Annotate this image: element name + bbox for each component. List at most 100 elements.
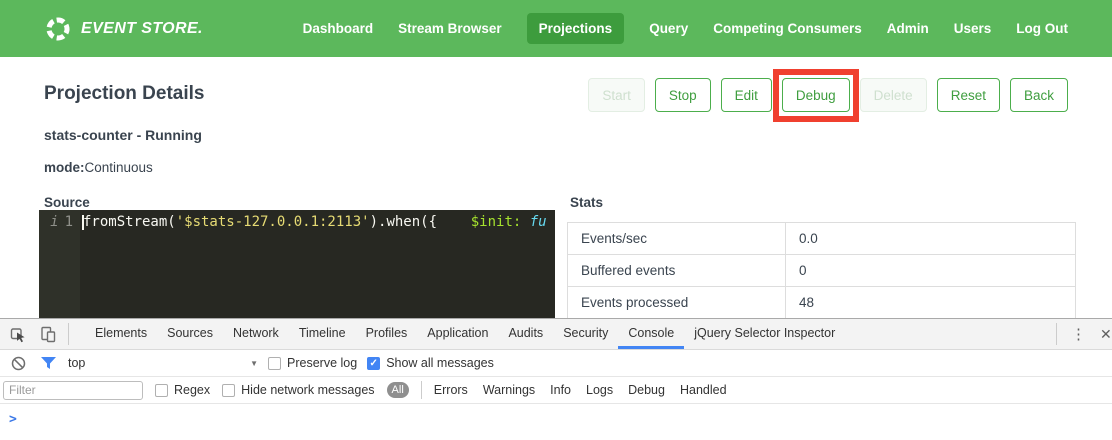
- hide-network-messages-checkbox[interactable]: Hide network messages: [222, 383, 374, 397]
- reset-button[interactable]: Reset: [937, 78, 1000, 112]
- main-nav: Dashboard Stream Browser Projections Que…: [303, 13, 1068, 44]
- nav-dashboard[interactable]: Dashboard: [303, 21, 374, 36]
- debug-button[interactable]: Debug: [782, 78, 850, 112]
- show-all-messages-checkbox[interactable]: ✓ Show all messages: [367, 356, 494, 370]
- debug-button-wrap: Debug: [782, 78, 850, 112]
- console-output-area[interactable]: >: [0, 404, 1112, 440]
- stat-key: Events processed: [568, 287, 786, 318]
- nav-users[interactable]: Users: [954, 21, 992, 36]
- code-seg: fromStream(: [83, 214, 176, 230]
- clear-console-icon[interactable]: [8, 353, 28, 373]
- show-all-messages-label: Show all messages: [386, 356, 494, 370]
- code-line[interactable]: fromStream('$stats-127.0.0.1:2113').when…: [80, 210, 555, 318]
- nav-query[interactable]: Query: [649, 21, 688, 36]
- nav-competing-consumers[interactable]: Competing Consumers: [713, 21, 862, 36]
- overflow-menu-icon[interactable]: ⋮: [1067, 327, 1090, 342]
- checkbox-unchecked: [155, 384, 168, 397]
- mode-value: Continuous: [85, 160, 153, 175]
- regex-checkbox[interactable]: Regex: [155, 383, 210, 397]
- device-toolbar-icon[interactable]: [38, 324, 58, 344]
- action-button-row: Start Stop Edit Debug Delete Reset Back: [588, 78, 1068, 112]
- devtools-panel: Elements Sources Network Timeline Profil…: [0, 318, 1112, 440]
- eventstore-logo-icon: [44, 15, 72, 43]
- devtools-tabbar: Elements Sources Network Timeline Profil…: [0, 319, 1112, 350]
- execution-context-select[interactable]: top ▼: [68, 356, 258, 370]
- close-devtools-icon[interactable]: ✕: [1100, 326, 1112, 343]
- stat-key: Buffered events: [568, 255, 786, 286]
- regex-label: Regex: [174, 383, 210, 397]
- tab-elements[interactable]: Elements: [85, 319, 157, 349]
- table-row: Events/sec 0.0: [568, 223, 1075, 255]
- chevron-down-icon: ▼: [250, 359, 258, 368]
- code-seg: ).when({: [370, 214, 437, 230]
- stat-key: Events/sec: [568, 223, 786, 254]
- brand-name: EVENT STORE.: [81, 20, 203, 38]
- projection-status: stats-counter - Running: [44, 127, 202, 143]
- code-seg: '$stats-127.0.0.1:2113': [176, 214, 370, 230]
- source-code-editor[interactable]: i1 fromStream('$stats-127.0.0.1:2113').w…: [39, 210, 555, 318]
- devtools-tabbar-right: ⋮ ✕: [1056, 319, 1112, 349]
- preserve-log-checkbox[interactable]: Preserve log: [268, 356, 357, 370]
- filter-icon[interactable]: [38, 353, 58, 373]
- table-row: Buffered events 0: [568, 255, 1075, 287]
- mode-label: mode:: [44, 160, 85, 175]
- nav-projections[interactable]: Projections: [527, 13, 625, 44]
- filter-level-warnings[interactable]: Warnings: [483, 383, 535, 397]
- nav-stream-browser[interactable]: Stream Browser: [398, 21, 502, 36]
- checkbox-checked: ✓: [367, 357, 380, 370]
- gutter-marker: i: [50, 214, 58, 230]
- checkbox-unchecked: [268, 357, 281, 370]
- brand[interactable]: EVENT STORE.: [44, 15, 203, 43]
- filter-input[interactable]: [3, 381, 143, 400]
- tab-profiles[interactable]: Profiles: [356, 319, 418, 349]
- source-heading: Source: [44, 195, 90, 210]
- start-button[interactable]: Start: [588, 78, 645, 112]
- filter-level-handled[interactable]: Handled: [680, 383, 727, 397]
- delete-button[interactable]: Delete: [860, 78, 927, 112]
- filter-separator: [421, 381, 422, 399]
- devtools-tabs: Elements Sources Network Timeline Profil…: [85, 319, 1056, 349]
- filter-levels: Errors Warnings Info Logs Debug Handled: [434, 383, 727, 397]
- filter-level-debug[interactable]: Debug: [628, 383, 665, 397]
- console-prompt-chevron[interactable]: >: [9, 412, 17, 427]
- filter-level-all-badge[interactable]: All: [387, 382, 409, 398]
- stat-value: 0.0: [786, 223, 1075, 254]
- toolbar-separator: [1056, 323, 1057, 345]
- hide-network-messages-label: Hide network messages: [241, 383, 374, 397]
- stop-button[interactable]: Stop: [655, 78, 711, 112]
- tab-security[interactable]: Security: [553, 319, 618, 349]
- filter-level-errors[interactable]: Errors: [434, 383, 468, 397]
- filter-level-logs[interactable]: Logs: [586, 383, 613, 397]
- devtools-icon-group: [0, 319, 77, 349]
- toolbar-separator: [68, 323, 69, 345]
- tab-network[interactable]: Network: [223, 319, 289, 349]
- execution-context-value: top: [68, 356, 85, 370]
- projection-mode: mode:Continuous: [44, 160, 153, 175]
- edit-button[interactable]: Edit: [721, 78, 772, 112]
- page-title: Projection Details: [44, 83, 205, 105]
- stat-value: 48: [786, 287, 1075, 318]
- tab-jquery-selector-inspector[interactable]: jQuery Selector Inspector: [684, 319, 845, 349]
- tab-timeline[interactable]: Timeline: [289, 319, 356, 349]
- tab-console[interactable]: Console: [618, 319, 684, 349]
- stats-heading: Stats: [570, 195, 603, 210]
- filter-level-info[interactable]: Info: [550, 383, 571, 397]
- table-row: Events processed 48: [568, 287, 1075, 318]
- inspect-element-icon[interactable]: [8, 324, 28, 344]
- nav-admin[interactable]: Admin: [887, 21, 929, 36]
- code-seg: $init:: [471, 214, 522, 230]
- code-seg: fu: [521, 214, 546, 230]
- nav-logout[interactable]: Log Out: [1016, 21, 1068, 36]
- stats-table: Events/sec 0.0 Buffered events 0 Events …: [567, 222, 1076, 318]
- editor-gutter: i1: [39, 210, 80, 318]
- app-header: EVENT STORE. Dashboard Stream Browser Pr…: [0, 0, 1112, 57]
- tab-sources[interactable]: Sources: [157, 319, 223, 349]
- tab-audits[interactable]: Audits: [498, 319, 553, 349]
- stat-value: 0: [786, 255, 1075, 286]
- checkbox-unchecked: [222, 384, 235, 397]
- line-number: 1: [65, 214, 73, 230]
- tab-application[interactable]: Application: [417, 319, 498, 349]
- back-button[interactable]: Back: [1010, 78, 1068, 112]
- console-filter-bar: Regex Hide network messages All Errors W…: [0, 377, 1112, 404]
- code-seg: [437, 214, 471, 230]
